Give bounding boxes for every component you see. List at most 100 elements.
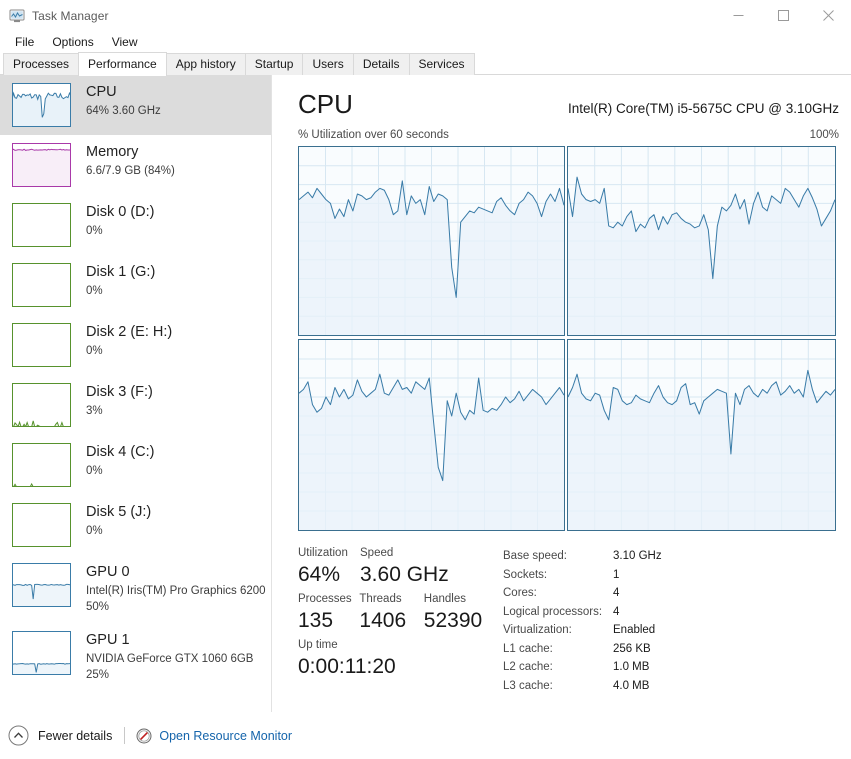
- sidebar-item-disk-5-j[interactable]: Disk 5 (J:) 0%: [0, 495, 271, 555]
- tab-performance[interactable]: Performance: [78, 52, 167, 76]
- menu-options[interactable]: Options: [43, 33, 102, 51]
- fewer-details-label: Fewer details: [38, 728, 113, 743]
- cpu-graph-0[interactable]: [298, 146, 565, 336]
- info-label: Logical processors:: [503, 605, 603, 618]
- info-row: Cores: 4: [503, 584, 662, 603]
- stat-processes-label: Processes: [298, 593, 352, 605]
- page-title: CPU: [298, 89, 353, 119]
- info-label: Cores:: [503, 587, 537, 599]
- stat-processes: Processes 135: [298, 591, 359, 635]
- tab-details[interactable]: Details: [352, 53, 410, 75]
- sidebar-item-disk-4-c[interactable]: Disk 4 (C:) 0%: [0, 435, 271, 495]
- sidebar-item-title: Disk 2 (E: H:): [86, 324, 173, 340]
- menu-view[interactable]: View: [103, 33, 147, 51]
- footer-divider: [124, 727, 126, 744]
- window-title: Task Manager: [32, 8, 109, 23]
- fewer-details-button[interactable]: Fewer details: [8, 725, 112, 746]
- sidebar-item-sub: 0%: [86, 525, 103, 537]
- sidebar-item-cpu[interactable]: CPU 64% 3.60 GHz: [0, 75, 271, 135]
- sidebar-thumbnail-graph: [12, 143, 71, 187]
- stat-speed-label: Speed: [360, 547, 394, 559]
- tab-strip: Processes Performance App history Startu…: [0, 52, 851, 76]
- sidebar-item-title: CPU: [86, 84, 117, 100]
- info-row: Virtualization: Enabled: [503, 621, 662, 640]
- menu-file[interactable]: File: [6, 33, 43, 51]
- stat-handles-label: Handles: [423, 593, 466, 605]
- sidebar-item-title: Disk 4 (C:): [86, 444, 155, 460]
- task-manager-icon: [9, 8, 25, 24]
- sidebar-item-sub: NVIDIA GeForce GTX 1060 6GB: [86, 653, 254, 665]
- sidebar-item-sub2: 25%: [86, 669, 110, 681]
- sidebar-item-title: GPU 0: [86, 564, 130, 580]
- maximize-button[interactable]: [761, 0, 806, 31]
- stat-speed-value: 3.60 GHz: [360, 563, 449, 586]
- sidebar-item-title: Disk 5 (J:): [86, 504, 152, 520]
- sidebar-thumbnail-graph: [12, 323, 71, 367]
- sidebar-item-disk-2-e-h[interactable]: Disk 2 (E: H:) 0%: [0, 315, 271, 375]
- cpu-core-graphs[interactable]: [298, 146, 839, 531]
- open-resource-monitor-link[interactable]: Open Resource Monitor: [136, 728, 292, 744]
- tab-services[interactable]: Services: [408, 53, 475, 75]
- info-row: Logical processors: 4: [503, 603, 662, 622]
- info-label: L1 cache:: [503, 642, 553, 655]
- sidebar-item-sub2: 50%: [86, 601, 110, 613]
- minimize-button[interactable]: [716, 0, 761, 31]
- info-label: L2 cache:: [503, 661, 553, 673]
- info-label: Base speed:: [503, 550, 567, 562]
- chevron-up-circle-icon: [8, 725, 29, 746]
- cpu-info-list: Base speed: 3.10 GHz Sockets: 1 Cores: 4 Logic…: [503, 545, 662, 695]
- graph-axis-labels: % Utilization over 60 seconds 100%: [298, 129, 839, 141]
- stat-threads-value: 1406: [359, 609, 407, 632]
- close-button[interactable]: [806, 0, 851, 31]
- resource-monitor-icon: [136, 728, 152, 744]
- title-bar: Task Manager: [0, 0, 851, 31]
- sidebar-item-gpu-1[interactable]: GPU 1 NVIDIA GeForce GTX 1060 6GB 25%: [0, 623, 271, 691]
- stat-uptime-label: Up time: [298, 639, 338, 651]
- stat-utilization: Utilization 64%: [298, 545, 360, 589]
- window-controls: [716, 0, 851, 31]
- sidebar-item-sub: 0%: [86, 345, 103, 357]
- info-row: L3 cache: 4.0 MB: [503, 677, 662, 696]
- sidebar-item-gpu-0[interactable]: GPU 0 Intel(R) Iris(TM) Pro Graphics 6200…: [0, 555, 271, 623]
- tab-startup[interactable]: Startup: [244, 53, 304, 75]
- info-value: 256 KB: [613, 642, 651, 655]
- tab-processes[interactable]: Processes: [3, 53, 80, 75]
- info-row: Base speed: 3.10 GHz: [503, 547, 662, 566]
- sidebar-item-sub: 0%: [86, 285, 103, 297]
- stat-threads-label: Threads: [359, 593, 402, 605]
- stat-speed: Speed 3.60 GHz: [360, 545, 480, 589]
- info-row: L1 cache: 256 KB: [503, 640, 662, 659]
- info-row: Sockets: 1: [503, 566, 662, 585]
- sidebar-thumbnail-graph: [12, 503, 71, 547]
- sidebar-thumbnail-graph: [12, 631, 71, 675]
- stat-processes-value: 135: [298, 609, 334, 632]
- sidebar-item-title: Memory: [86, 144, 139, 160]
- sidebar-item-disk-1-g[interactable]: Disk 1 (G:) 0%: [0, 255, 271, 315]
- sidebar-item-sub: 3%: [86, 405, 103, 417]
- sidebar-item-title: Disk 3 (F:): [86, 384, 153, 400]
- cpu-statistics: Utilization 64% Speed 3.60 GHz Processes: [298, 545, 839, 695]
- sidebar-thumbnail-graph: [12, 83, 71, 127]
- cpu-model-label: Intel(R) Core(TM) i5-5675C CPU @ 3.10GHz: [567, 101, 839, 116]
- cpu-graph-2[interactable]: [298, 339, 565, 531]
- cpu-graph-1[interactable]: [567, 146, 836, 336]
- panel-header: CPU Intel(R) Core(TM) i5-5675C CPU @ 3.1…: [298, 89, 839, 119]
- info-value: Enabled: [613, 624, 656, 636]
- stat-row-secondary: Processes 135 Threads 1406 Handles 52390: [298, 591, 503, 635]
- sidebar-item-memory[interactable]: Memory 6.6/7.9 GB (84%): [0, 135, 271, 195]
- sidebar-item-disk-0-d[interactable]: Disk 0 (D:) 0%: [0, 195, 271, 255]
- cpu-graph-3[interactable]: [567, 339, 836, 531]
- info-row: L2 cache: 1.0 MB: [503, 658, 662, 677]
- sidebar-item-sub: 0%: [86, 465, 103, 477]
- sidebar-item-disk-3-f[interactable]: Disk 3 (F:) 3%: [0, 375, 271, 435]
- info-value: 3.10 GHz: [613, 550, 662, 562]
- open-resource-monitor-label: Open Resource Monitor: [159, 728, 293, 743]
- tab-users[interactable]: Users: [302, 53, 354, 75]
- stat-utilization-value: 64%: [298, 563, 341, 586]
- axis-label-right: 100%: [809, 129, 839, 141]
- info-value: 1: [613, 568, 620, 581]
- tab-app-history[interactable]: App history: [165, 53, 246, 75]
- menu-bar: File Options View: [0, 31, 851, 53]
- sidebar-item-sub: 0%: [86, 225, 103, 237]
- sidebar-item-sub: 6.6/7.9 GB (84%): [86, 165, 175, 177]
